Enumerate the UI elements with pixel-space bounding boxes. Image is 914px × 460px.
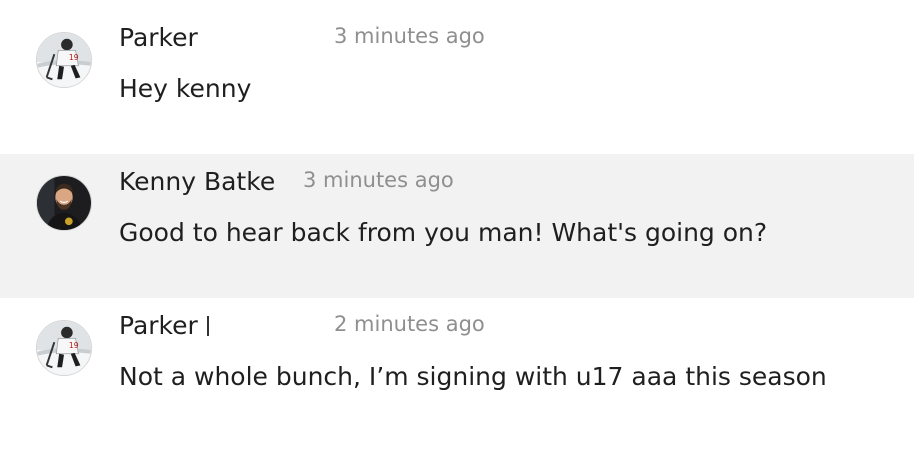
hockey-player-avatar-icon: 19 bbox=[37, 321, 91, 375]
message-text: Good to hear back from you man! What's g… bbox=[119, 218, 768, 247]
message-item: Kenny Batke 3 minutes ago Good to hear b… bbox=[0, 154, 914, 298]
author-name-text: Parker bbox=[119, 311, 198, 340]
hockey-player-avatar-icon: 19 bbox=[37, 33, 91, 87]
author-name[interactable]: Parker bbox=[119, 23, 198, 53]
bearded-man-avatar-icon bbox=[37, 176, 91, 230]
svg-text:19: 19 bbox=[69, 341, 79, 350]
avatar[interactable] bbox=[36, 175, 92, 231]
timestamp: 2 minutes ago bbox=[334, 312, 485, 336]
timestamp: 3 minutes ago bbox=[303, 168, 454, 192]
text-cursor bbox=[206, 316, 209, 336]
svg-text:19: 19 bbox=[69, 53, 79, 62]
message-item: 19 Parker 2 minutes ago Not a whole bunc… bbox=[0, 298, 914, 460]
message-item: 19 Parker 3 minutes ago Hey kenny bbox=[0, 0, 914, 154]
author-name[interactable]: Kenny Batke bbox=[119, 167, 275, 197]
avatar[interactable]: 19 bbox=[36, 320, 92, 376]
message-text: Not a whole bunch, I’m signing with u17 … bbox=[119, 362, 827, 391]
message-thread: 19 Parker 3 minutes ago Hey kenny Kenny … bbox=[0, 0, 914, 460]
timestamp: 3 minutes ago bbox=[334, 24, 485, 48]
avatar[interactable]: 19 bbox=[36, 32, 92, 88]
author-name[interactable]: Parker bbox=[119, 311, 209, 341]
message-text: Hey kenny bbox=[119, 74, 252, 103]
